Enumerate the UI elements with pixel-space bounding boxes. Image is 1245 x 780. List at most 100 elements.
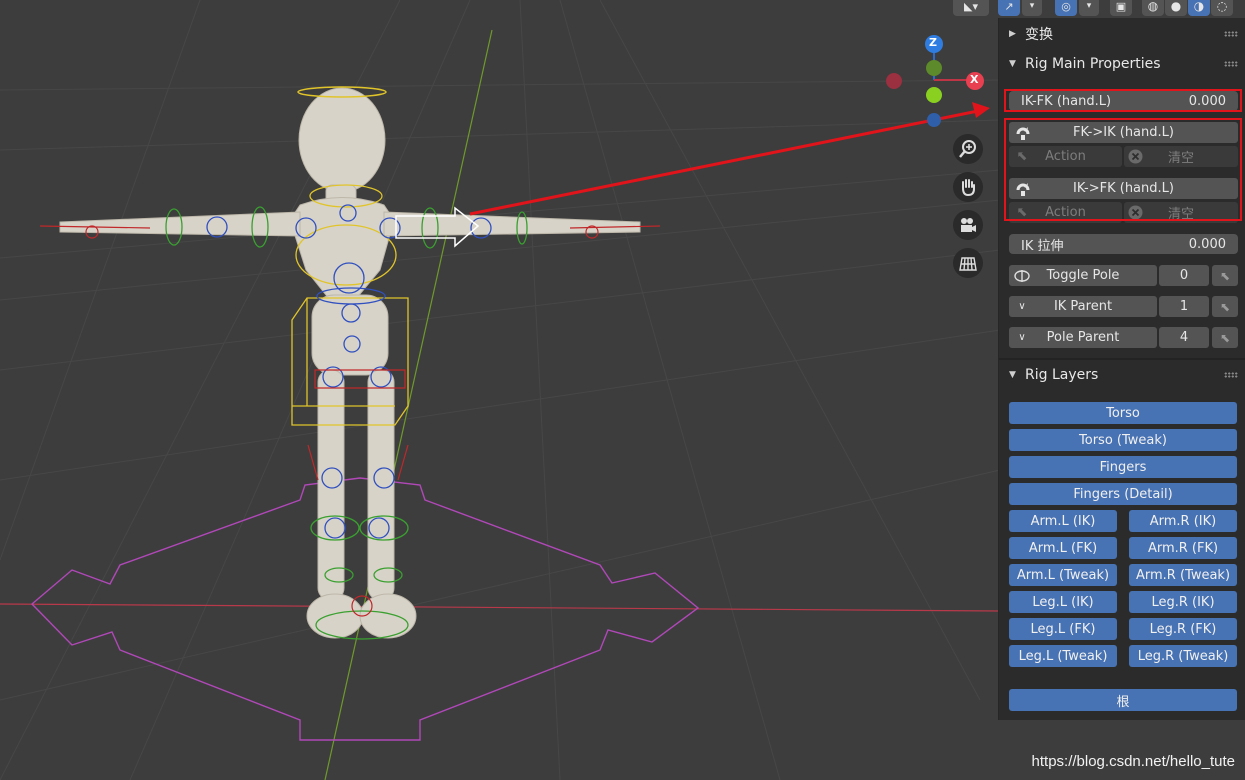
pointer-icon: ⬉ — [1016, 205, 1028, 220]
chevron-down-icon: ▾ — [1029, 1, 1035, 11]
rendered-shading-button[interactable]: ◌ — [1211, 0, 1233, 16]
xray-icon: ▣ — [1115, 0, 1127, 13]
snap1-clear-label: 清空 — [1167, 151, 1194, 166]
xray-toggle-button[interactable]: ▣ — [1110, 0, 1132, 16]
snap2-clear-button[interactable]: 清空 — [1124, 202, 1238, 223]
properties-sidebar: ▶ 变换 ▼ Rig Main Properties IK-FK (hand.L… — [998, 18, 1245, 720]
clear-x-icon — [1127, 204, 1144, 221]
layer-leg-l-ik-button[interactable]: Leg.L (IK) — [1009, 591, 1117, 613]
toggle-pole-label: Toggle Pole — [1046, 268, 1120, 283]
zoom-icon — [959, 140, 976, 158]
layer-leg-r-tweak-button[interactable]: Leg.R (Tweak) — [1129, 645, 1237, 667]
snap2-clear-label: 清空 — [1167, 207, 1194, 222]
pole-parent-keyframe-button[interactable]: ⬉ — [1212, 327, 1238, 348]
toggle-pole-keyframe-button[interactable]: ⬉ — [1212, 265, 1238, 286]
ikfk-value: 0.000 — [1188, 93, 1226, 109]
layer-leg-l-tweak-button[interactable]: Leg.L (Tweak) — [1009, 645, 1117, 667]
pole-parent-dropdown[interactable]: ∨ Pole Parent — [1009, 327, 1157, 348]
camera-icon — [961, 218, 976, 232]
camera-view-button[interactable] — [953, 210, 983, 240]
ik-parent-value[interactable]: 1 — [1159, 296, 1209, 317]
solid-shading-button[interactable]: ● — [1165, 0, 1187, 16]
clear-x-icon — [1127, 148, 1144, 165]
rig-main-panel-title: Rig Main Properties — [1025, 56, 1161, 72]
chevron-down-icon: ∨ — [1018, 332, 1026, 343]
gizmo-icon: ↗ — [1004, 0, 1014, 13]
rendered-sphere-icon: ◌ — [1216, 0, 1228, 13]
pan-button[interactable] — [953, 172, 983, 202]
ortho-toggle-button[interactable] — [953, 248, 983, 278]
snap1-action-button[interactable]: ⬉ Action — [1009, 146, 1122, 167]
toggle-pole-button[interactable]: Toggle Pole — [1009, 265, 1157, 286]
fk-to-ik-button[interactable]: FK->IK (hand.L) — [1009, 122, 1238, 143]
wireframe-shading-button[interactable]: ◍ — [1142, 0, 1164, 16]
rig-layers-panel-title: Rig Layers — [1025, 367, 1099, 383]
overlay-dropdown[interactable]: ▾ — [1079, 0, 1099, 16]
collapsed-triangle-icon: ▶ — [1009, 29, 1016, 39]
ik-parent-keyframe-button[interactable]: ⬉ — [1212, 296, 1238, 317]
drag-grip-icon[interactable] — [1224, 31, 1238, 37]
annotation-arrowhead — [972, 102, 990, 118]
snap-magnet-icon — [1014, 124, 1032, 141]
snap1-action-label: Action — [1045, 149, 1086, 164]
layer-arm-r-tweak-button[interactable]: Arm.R (Tweak) — [1129, 564, 1237, 586]
solid-sphere-icon: ● — [1170, 0, 1182, 13]
pointer-icon: ⬉ — [1219, 299, 1231, 314]
ik-parent-label: IK Parent — [1053, 299, 1113, 314]
snap2-action-button[interactable]: ⬉ Action — [1009, 202, 1122, 223]
layer-arm-l-tweak-button[interactable]: Arm.L (Tweak) — [1009, 564, 1117, 586]
snap1-clear-button[interactable]: 清空 — [1124, 146, 1238, 167]
ik-to-fk-button[interactable]: IK->FK (hand.L) — [1009, 178, 1238, 199]
grid-icon — [959, 257, 977, 271]
layer-torso-tweak-button[interactable]: Torso (Tweak) — [1009, 429, 1237, 451]
watermark-text: https://blog.csdn.net/hello_tute — [1031, 753, 1235, 770]
layer-leg-r-fk-button[interactable]: Leg.R (FK) — [1129, 618, 1237, 640]
drag-grip-icon[interactable] — [1224, 61, 1238, 67]
material-sphere-icon: ◑ — [1193, 0, 1205, 13]
pointer-icon: ⬉ — [1016, 149, 1028, 164]
panel-divider — [999, 358, 1245, 360]
layer-root-button[interactable]: 根 — [1009, 689, 1237, 711]
expanded-triangle-icon: ▼ — [1009, 370, 1016, 380]
layer-arm-l-ik-button[interactable]: Arm.L (IK) — [1009, 510, 1117, 532]
material-shading-button[interactable]: ◑ — [1188, 0, 1210, 16]
layer-arm-r-ik-button[interactable]: Arm.R (IK) — [1129, 510, 1237, 532]
layer-fingers-detail-button[interactable]: Fingers (Detail) — [1009, 483, 1237, 505]
ik-stretch-value: 0.000 — [1188, 236, 1226, 252]
layer-fingers-button[interactable]: Fingers — [1009, 456, 1237, 478]
transform-panel-header[interactable]: ▶ 变换 — [999, 21, 1245, 47]
gizmo-toggle-button[interactable]: ↗ — [998, 0, 1020, 16]
annotation-arrow — [469, 109, 979, 216]
layer-torso-button[interactable]: Torso — [1009, 402, 1237, 424]
pole-toggle-icon — [1012, 267, 1032, 284]
expanded-triangle-icon: ▼ — [1009, 59, 1016, 69]
pointer-icon: ⬉ — [1219, 268, 1231, 283]
snap-magnet-icon — [1014, 180, 1032, 197]
cursor-icon: ◣▾ — [964, 0, 978, 13]
ikfk-slider[interactable]: IK-FK (hand.L) 0.000 — [1009, 91, 1238, 111]
gizmo-z-label: Z — [929, 36, 937, 49]
ik-parent-dropdown[interactable]: ∨ IK Parent — [1009, 296, 1157, 317]
zoom-button[interactable] — [953, 134, 983, 164]
rig-layers-panel-header[interactable]: ▼ Rig Layers — [999, 362, 1245, 388]
layer-leg-r-ik-button[interactable]: Leg.R (IK) — [1129, 591, 1237, 613]
wireframe-sphere-icon: ◍ — [1147, 0, 1159, 13]
pole-parent-label: Pole Parent — [1046, 330, 1120, 345]
overlay-toggle-button[interactable]: ◎ — [1055, 0, 1077, 16]
toggle-pole-value[interactable]: 0 — [1159, 265, 1209, 286]
layer-leg-l-fk-button[interactable]: Leg.L (FK) — [1009, 618, 1117, 640]
select-mode-button[interactable]: ◣▾ — [953, 0, 989, 16]
drag-grip-icon[interactable] — [1224, 372, 1238, 378]
layer-arm-l-fk-button[interactable]: Arm.L (FK) — [1009, 537, 1117, 559]
ik-stretch-slider[interactable]: IK 拉伸 0.000 — [1009, 234, 1238, 254]
gizmo-dropdown[interactable]: ▾ — [1022, 0, 1042, 16]
rig-main-panel-header[interactable]: ▼ Rig Main Properties — [999, 51, 1245, 77]
layer-arm-r-fk-button[interactable]: Arm.R (FK) — [1129, 537, 1237, 559]
hand-icon — [962, 179, 975, 197]
overlay-icon: ◎ — [1061, 0, 1071, 13]
snap2-action-label: Action — [1045, 205, 1086, 220]
pole-parent-value[interactable]: 4 — [1159, 327, 1209, 348]
ikfk-label: IK-FK (hand.L) — [1021, 93, 1112, 109]
ik-stretch-label: IK 拉伸 — [1021, 238, 1064, 254]
transform-panel-title: 变换 — [1025, 27, 1053, 43]
